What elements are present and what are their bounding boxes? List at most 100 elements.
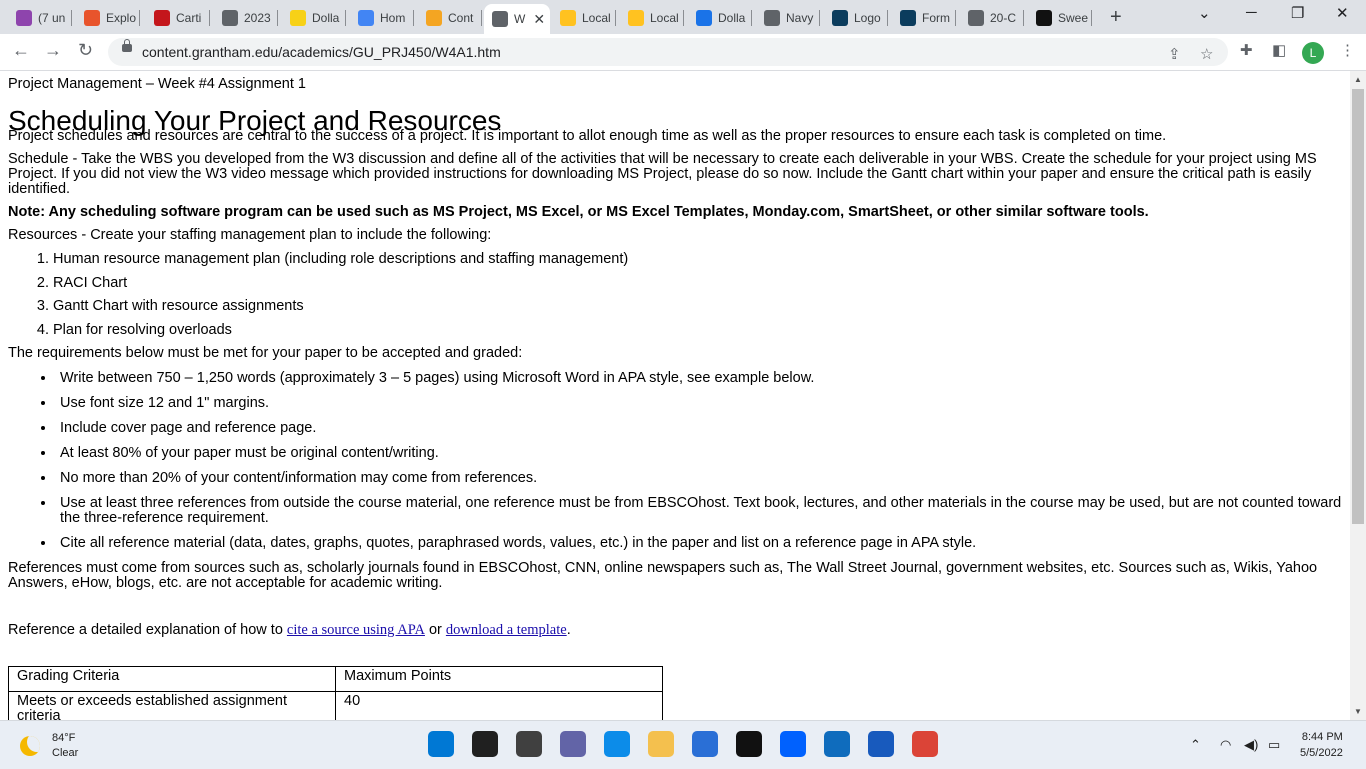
battery-icon[interactable]: ▭ <box>1268 737 1280 753</box>
url-text[interactable]: content.grantham.edu/academics/GU_PRJ450… <box>142 44 501 60</box>
lock-icon[interactable] <box>122 39 132 52</box>
page-content: Project Management – Week #4 Assignment … <box>0 71 1350 720</box>
tab-label: Local <box>582 11 611 25</box>
browser-tab[interactable]: W ✕ <box>484 4 550 34</box>
tab-label: Logo <box>854 11 881 25</box>
table-header-cell: Grading Criteria <box>8 666 336 692</box>
share-icon[interactable]: ⇪ <box>1168 45 1181 63</box>
scrollbar-thumb[interactable] <box>1352 89 1364 524</box>
browser-tab[interactable]: Logo <box>824 4 888 32</box>
tab-label: Cont <box>448 11 474 25</box>
list-item: Gantt Chart with resource assignments <box>53 299 1342 314</box>
chevron-up-icon[interactable]: ⌃ <box>1190 737 1201 753</box>
browser-tab[interactable]: Dolla <box>688 4 752 32</box>
reference-prefix: Reference a detailed explanation of how … <box>8 622 287 638</box>
side-panel-icon[interactable]: ◧ <box>1272 41 1286 59</box>
search-icon[interactable] <box>472 731 498 757</box>
tab-divider <box>615 10 616 26</box>
table-cell: 40 <box>335 691 663 720</box>
list-item: RACI Chart <box>53 275 1342 291</box>
edge-icon[interactable] <box>604 731 630 757</box>
close-tab-icon[interactable]: ✕ <box>533 11 545 28</box>
chrome-icon[interactable] <box>912 731 938 757</box>
browser-tab[interactable]: Swee <box>1028 4 1092 32</box>
browser-tab[interactable]: 2023 <box>214 4 278 32</box>
browser-tab[interactable]: Local <box>552 4 616 32</box>
tab-divider <box>345 10 346 26</box>
avatar[interactable]: L <box>1302 42 1324 64</box>
system-clock[interactable]: 8:44 PM 5/5/2022 <box>1300 729 1343 761</box>
address-bar[interactable]: content.grantham.edu/academics/GU_PRJ450… <box>108 38 1228 66</box>
store-icon[interactable] <box>692 731 718 757</box>
apa-citation-link[interactable]: cite a source using APA <box>287 622 425 638</box>
browser-tab[interactable]: Carti <box>146 4 210 32</box>
browser-tab[interactable]: Cont <box>418 4 482 32</box>
restore-icon[interactable]: ❐ <box>1291 4 1304 22</box>
scroll-down-icon[interactable]: ▼ <box>1354 707 1362 716</box>
amazon-icon[interactable] <box>736 731 762 757</box>
course-heading: Project Management – Week #4 Assignment … <box>8 76 306 92</box>
browser-tab[interactable]: Form <box>892 4 956 32</box>
file-explorer-icon[interactable] <box>648 731 674 757</box>
clock-date: 5/5/2022 <box>1300 747 1343 759</box>
forward-icon[interactable]: → <box>44 40 62 61</box>
tab-divider <box>1023 10 1024 26</box>
note-paragraph: Note: Any scheduling software program ca… <box>8 204 1149 220</box>
tab-label: Swee <box>1058 11 1089 25</box>
list-item: Include cover page and reference page. <box>56 421 1342 436</box>
globe-icon <box>222 10 238 26</box>
reload-icon[interactable]: ↻ <box>78 40 93 61</box>
tab-divider <box>955 10 956 26</box>
menu-icon[interactable]: ⋮ <box>1340 41 1355 59</box>
tab-divider <box>1091 10 1092 26</box>
globe-icon <box>764 10 780 26</box>
reference-suffix: . <box>566 622 571 638</box>
tab-divider <box>277 10 278 26</box>
mail-icon[interactable] <box>824 731 850 757</box>
browser-tab[interactable]: (7 un <box>8 4 72 32</box>
extensions-icon[interactable]: ✚ <box>1240 41 1253 59</box>
dropbox-icon[interactable] <box>780 731 806 757</box>
tab-divider <box>481 10 482 26</box>
list-item: No more than 20% of your content/informa… <box>56 471 1342 486</box>
tab-label: 2023 <box>244 11 271 25</box>
scroll-up-icon[interactable]: ▲ <box>1354 75 1362 84</box>
tab-divider <box>751 10 752 26</box>
start-icon[interactable] <box>428 731 454 757</box>
globe-icon <box>492 11 508 27</box>
reference-or: or <box>424 622 446 638</box>
references-paragraph: References must come from sources such a… <box>8 560 1318 591</box>
bookmark-star-icon[interactable]: ☆ <box>1200 45 1213 63</box>
tab-search-icon[interactable]: ⌄ <box>1198 4 1211 22</box>
browser-tab[interactable]: Explo <box>76 4 140 32</box>
close-window-icon[interactable]: ✕ <box>1336 4 1349 22</box>
windows-taskbar: 84°F Clear ⌃ ◠ ◀) ▭ 8:44 PM 5/5/2022 <box>0 720 1366 769</box>
browser-tab[interactable]: Navy <box>756 4 820 32</box>
task-view-icon[interactable] <box>516 731 542 757</box>
requirements-intro: The requirements below must be met for y… <box>8 345 523 361</box>
volume-icon[interactable]: ◀) <box>1244 737 1258 753</box>
reference-links-paragraph: Reference a detailed explanation of how … <box>8 623 1342 638</box>
download-template-link[interactable]: download a template <box>446 622 567 638</box>
wifi-icon[interactable]: ◠ <box>1220 737 1231 753</box>
browser-tab[interactable]: 20-C <box>960 4 1024 32</box>
list-item: At least 80% of your paper must be origi… <box>56 446 1342 461</box>
tab-label: (7 un <box>38 11 66 25</box>
browser-tab[interactable]: Local <box>620 4 684 32</box>
chat-icon[interactable] <box>560 731 586 757</box>
minimize-icon[interactable]: ─ <box>1246 4 1257 21</box>
c-logo-icon <box>84 10 100 26</box>
weather-widget[interactable]: 84°F Clear <box>20 731 78 761</box>
browser-tab[interactable]: Dolla <box>282 4 346 32</box>
walmart-spark-icon <box>560 10 576 26</box>
back-icon[interactable]: ← <box>12 40 30 61</box>
hand-icon <box>696 10 712 26</box>
walmart-spark-icon <box>628 10 644 26</box>
browser-tab[interactable]: Hom <box>350 4 414 32</box>
list-item: Plan for resolving overloads <box>53 322 1342 338</box>
new-tab-button[interactable]: + <box>1110 6 1122 29</box>
vertical-scrollbar[interactable]: ▲ ▼ <box>1350 71 1366 720</box>
pentagon-icon <box>832 10 848 26</box>
word-icon[interactable] <box>868 731 894 757</box>
pentagon-icon <box>900 10 916 26</box>
